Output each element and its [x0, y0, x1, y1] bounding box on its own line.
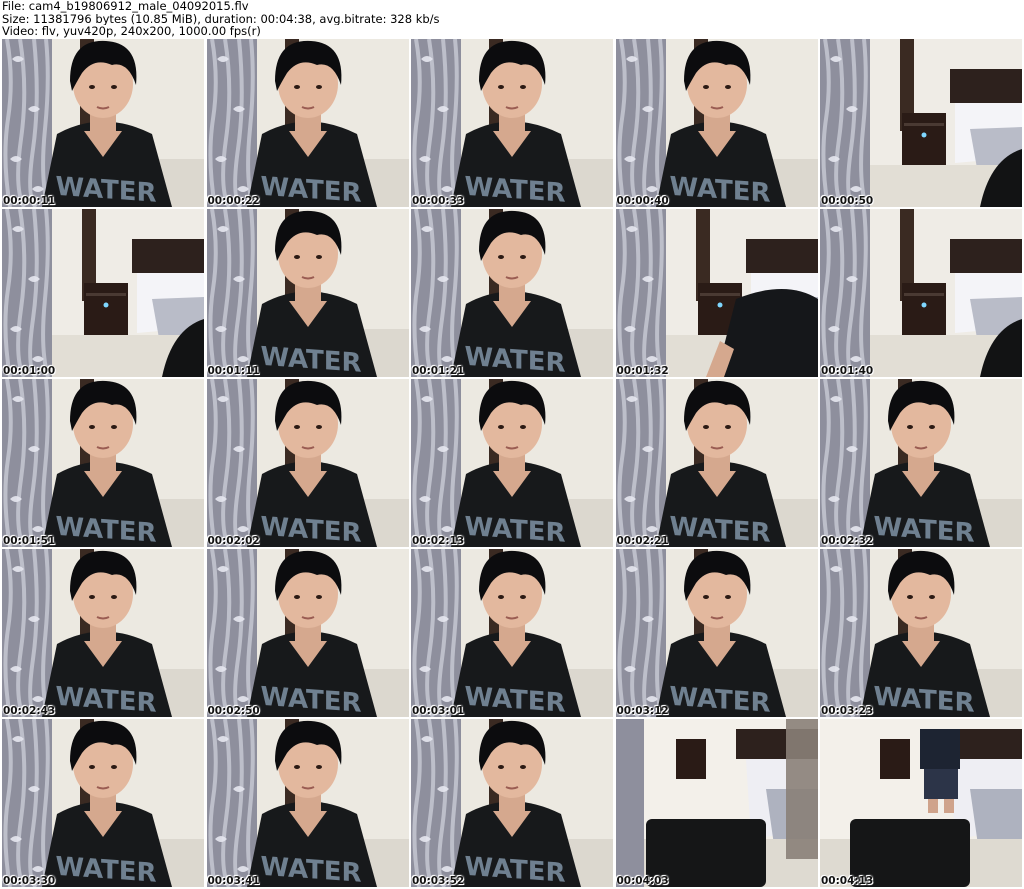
thumbnail-frame: WATER 00:03:30 — [2, 719, 204, 887]
frame-timestamp: 00:03:12 — [616, 705, 669, 717]
frame-timestamp: 00:00:33 — [412, 195, 465, 207]
thumbnail-frame: WATER 00:01:21 — [411, 209, 613, 377]
frame-image — [820, 719, 1022, 887]
thumbnail-grid: WATER 00:00:11 WATER 00:00:22 WATER 00:00:33 W… — [2, 39, 1022, 889]
frame-image: WATER — [411, 719, 613, 887]
frame-image: WATER — [206, 379, 409, 547]
frame-timestamp: 00:03:23 — [821, 705, 874, 717]
frame-timestamp: 00:02:21 — [616, 535, 669, 547]
frame-image: WATER — [411, 379, 613, 547]
frame-timestamp: 00:01:40 — [821, 365, 874, 377]
frame-image: WATER — [206, 719, 409, 887]
frame-image: WATER — [2, 549, 204, 717]
frame-timestamp: 00:01:32 — [616, 365, 669, 377]
thumbnail-frame: WATER 00:02:32 — [820, 379, 1022, 547]
svg-text:WATER: WATER — [260, 512, 361, 547]
frame-timestamp: 00:02:43 — [3, 705, 56, 717]
thumbnail-frame: WATER 00:02:02 — [206, 379, 409, 547]
thumbnail-frame: WATER 00:02:43 — [2, 549, 204, 717]
thumbnail-frame: WATER 00:02:13 — [411, 379, 613, 547]
svg-text:WATER: WATER — [55, 682, 156, 717]
svg-text:WATER: WATER — [55, 172, 156, 207]
frame-timestamp: 00:02:32 — [821, 535, 874, 547]
svg-text:WATER: WATER — [55, 852, 156, 887]
thumbnail-frame: 00:04:03 — [615, 719, 818, 887]
frame-image: WATER — [411, 549, 613, 717]
svg-text:WATER: WATER — [669, 172, 770, 207]
thumbnail-frame: 00:01:32 — [615, 209, 818, 377]
thumbnail-frame: WATER 00:03:52 — [411, 719, 613, 887]
frame-image: WATER — [2, 39, 204, 207]
frame-image: WATER — [411, 39, 613, 207]
thumbnail-frame: WATER 00:03:23 — [820, 549, 1022, 717]
frame-image: WATER — [615, 39, 818, 207]
thumbnail-frame: 00:04:13 — [820, 719, 1022, 887]
svg-text:WATER: WATER — [669, 512, 770, 547]
frame-timestamp: 00:00:11 — [3, 195, 56, 207]
frame-timestamp: 00:04:03 — [616, 875, 669, 887]
svg-text:WATER: WATER — [260, 852, 361, 887]
frame-timestamp: 00:01:00 — [3, 365, 56, 377]
svg-text:WATER: WATER — [873, 512, 974, 547]
thumbnail-frame: WATER 00:00:11 — [2, 39, 204, 207]
size-line: Size: 11381796 bytes (10.85 MiB), durati… — [2, 12, 440, 25]
thumbnail-frame: WATER 00:02:50 — [206, 549, 409, 717]
frame-timestamp: 00:02:02 — [207, 535, 260, 547]
frame-image: WATER — [206, 209, 409, 377]
frame-timestamp: 00:04:13 — [821, 875, 874, 887]
file-line: File: cam4_b19806912_male_04092015.flv — [2, 0, 249, 13]
svg-text:WATER: WATER — [260, 172, 361, 207]
frame-image: WATER — [2, 379, 204, 547]
frame-timestamp: 00:00:22 — [207, 195, 260, 207]
svg-text:WATER: WATER — [464, 512, 565, 547]
frame-image: WATER — [206, 39, 409, 207]
thumbnail-frame: WATER 00:02:21 — [615, 379, 818, 547]
thumbnail-frame: 00:00:50 — [820, 39, 1022, 207]
svg-text:WATER: WATER — [464, 172, 565, 207]
frame-image: WATER — [411, 209, 613, 377]
svg-text:WATER: WATER — [873, 682, 974, 717]
frame-timestamp: 00:03:01 — [412, 705, 465, 717]
frame-image — [615, 209, 818, 377]
frame-image: WATER — [615, 379, 818, 547]
thumbnail-frame: 00:01:00 — [2, 209, 204, 377]
frame-timestamp: 00:01:11 — [207, 365, 260, 377]
frame-timestamp: 00:03:52 — [412, 875, 465, 887]
thumbnail-frame: WATER 00:00:40 — [615, 39, 818, 207]
thumbnail-frame: 00:01:40 — [820, 209, 1022, 377]
frame-image — [2, 209, 204, 377]
svg-text:WATER: WATER — [464, 852, 565, 887]
thumbnail-frame: WATER 00:03:01 — [411, 549, 613, 717]
frame-timestamp: 00:00:50 — [821, 195, 874, 207]
frame-image: WATER — [206, 549, 409, 717]
thumbnail-frame: WATER 00:03:12 — [615, 549, 818, 717]
svg-text:WATER: WATER — [260, 682, 361, 717]
thumbnail-frame: WATER 00:01:11 — [206, 209, 409, 377]
file-info-header: File: cam4_b19806912_male_04092015.flv S… — [2, 0, 1022, 38]
frame-image — [820, 39, 1022, 207]
frame-image: WATER — [615, 549, 818, 717]
frame-timestamp: 00:03:41 — [207, 875, 260, 887]
thumbnail-frame: WATER 00:00:33 — [411, 39, 613, 207]
frame-image: WATER — [820, 379, 1022, 547]
frame-image: WATER — [820, 549, 1022, 717]
thumbnail-frame: WATER 00:01:51 — [2, 379, 204, 547]
svg-text:WATER: WATER — [669, 682, 770, 717]
video-line: Video: flv, yuv420p, 240x200, 1000.00 fp… — [2, 25, 261, 38]
frame-timestamp: 00:01:21 — [412, 365, 465, 377]
frame-timestamp: 00:02:13 — [412, 535, 465, 547]
svg-text:WATER: WATER — [464, 682, 565, 717]
frame-image: WATER — [2, 719, 204, 887]
thumbnail-frame: WATER 00:03:41 — [206, 719, 409, 887]
frame-timestamp: 00:00:40 — [616, 195, 669, 207]
frame-image — [615, 719, 818, 887]
svg-text:WATER: WATER — [55, 512, 156, 547]
frame-timestamp: 00:02:50 — [207, 705, 260, 717]
frame-image — [820, 209, 1022, 377]
svg-text:WATER: WATER — [260, 342, 361, 377]
svg-text:WATER: WATER — [464, 342, 565, 377]
frame-timestamp: 00:01:51 — [3, 535, 56, 547]
thumbnail-frame: WATER 00:00:22 — [206, 39, 409, 207]
frame-timestamp: 00:03:30 — [3, 875, 56, 887]
